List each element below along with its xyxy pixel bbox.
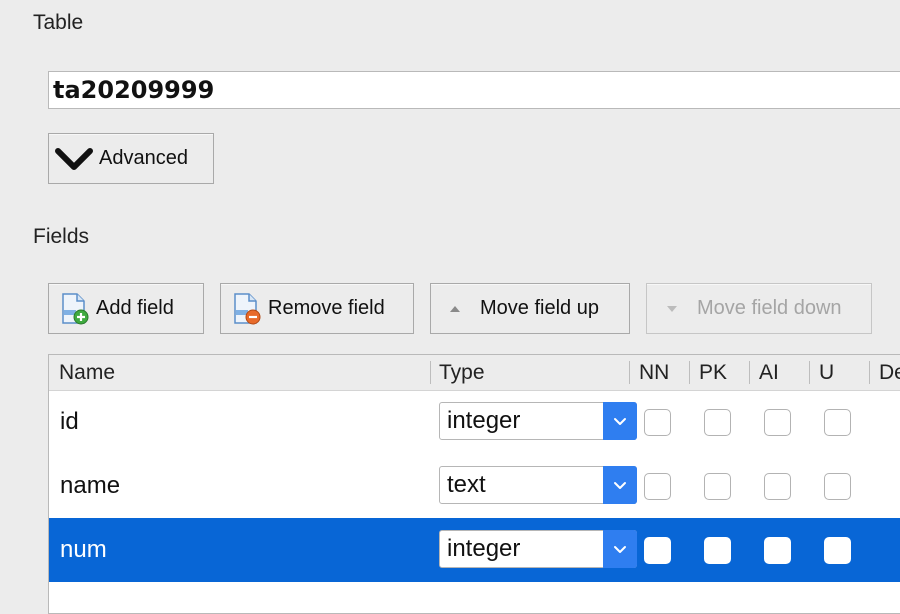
add-field-icon	[60, 292, 90, 326]
field-name-cell[interactable]: name	[60, 454, 120, 518]
ai-checkbox[interactable]	[764, 409, 791, 436]
pk-checkbox[interactable]	[704, 473, 731, 500]
field-name-cell[interactable]: num	[60, 518, 107, 582]
pk-checkbox[interactable]	[704, 537, 731, 564]
column-header-ai[interactable]: AI	[759, 355, 779, 390]
advanced-button[interactable]: Advanced	[48, 133, 214, 184]
table-header: Name Type NN PK AI U De	[49, 355, 900, 391]
nn-checkbox[interactable]	[644, 537, 671, 564]
table-row-selected[interactable]: num integer	[49, 518, 900, 582]
move-field-up-label: Move field up	[480, 297, 599, 319]
fields-table: Name Type NN PK AI U De id integer name …	[48, 354, 900, 614]
unique-checkbox[interactable]	[824, 409, 851, 436]
ai-checkbox[interactable]	[764, 537, 791, 564]
advanced-button-label: Advanced	[99, 147, 188, 169]
field-type-value: text	[447, 471, 486, 498]
nn-checkbox[interactable]	[644, 473, 671, 500]
column-header-nn[interactable]: NN	[639, 355, 669, 390]
column-divider[interactable]	[809, 361, 810, 384]
pk-checkbox[interactable]	[704, 409, 731, 436]
column-header-type[interactable]: Type	[439, 355, 485, 390]
column-divider[interactable]	[749, 361, 750, 384]
chevron-down-icon[interactable]	[603, 466, 637, 504]
remove-field-label: Remove field	[268, 297, 385, 319]
unique-checkbox[interactable]	[824, 473, 851, 500]
remove-field-button[interactable]: Remove field	[220, 283, 414, 334]
chevron-down-icon[interactable]	[603, 530, 637, 568]
table-row[interactable]: id integer	[49, 390, 900, 454]
field-type-select[interactable]: integer	[439, 530, 637, 568]
table-section-label: Table	[33, 11, 84, 34]
column-header-u[interactable]: U	[819, 355, 834, 390]
field-type-select[interactable]: text	[439, 466, 637, 504]
field-type-value: integer	[447, 535, 521, 562]
ai-checkbox[interactable]	[764, 473, 791, 500]
unique-checkbox[interactable]	[824, 537, 851, 564]
add-field-button[interactable]: Add field	[48, 283, 204, 334]
arrow-up-icon	[448, 304, 462, 314]
column-header-name[interactable]: Name	[59, 355, 115, 390]
column-header-default[interactable]: De	[879, 355, 900, 390]
move-field-down-button[interactable]: Move field down	[646, 283, 872, 334]
remove-field-icon	[232, 292, 262, 326]
column-header-pk[interactable]: PK	[699, 355, 727, 390]
arrow-down-icon	[665, 304, 679, 314]
fields-section-label: Fields	[33, 225, 90, 248]
field-type-value: integer	[447, 407, 521, 434]
table-name-input[interactable]: ta20209999	[48, 71, 900, 109]
column-divider[interactable]	[430, 361, 431, 384]
add-field-label: Add field	[96, 297, 174, 319]
chevron-down-icon[interactable]	[603, 402, 637, 440]
column-divider[interactable]	[629, 361, 630, 384]
table-row[interactable]: name text	[49, 454, 900, 518]
nn-checkbox[interactable]	[644, 409, 671, 436]
chevron-down-icon	[55, 146, 93, 172]
column-divider[interactable]	[869, 361, 870, 384]
move-field-down-label: Move field down	[697, 297, 842, 319]
field-type-select[interactable]: integer	[439, 402, 637, 440]
field-name-cell[interactable]: id	[60, 390, 79, 454]
move-field-up-button[interactable]: Move field up	[430, 283, 630, 334]
column-divider[interactable]	[689, 361, 690, 384]
